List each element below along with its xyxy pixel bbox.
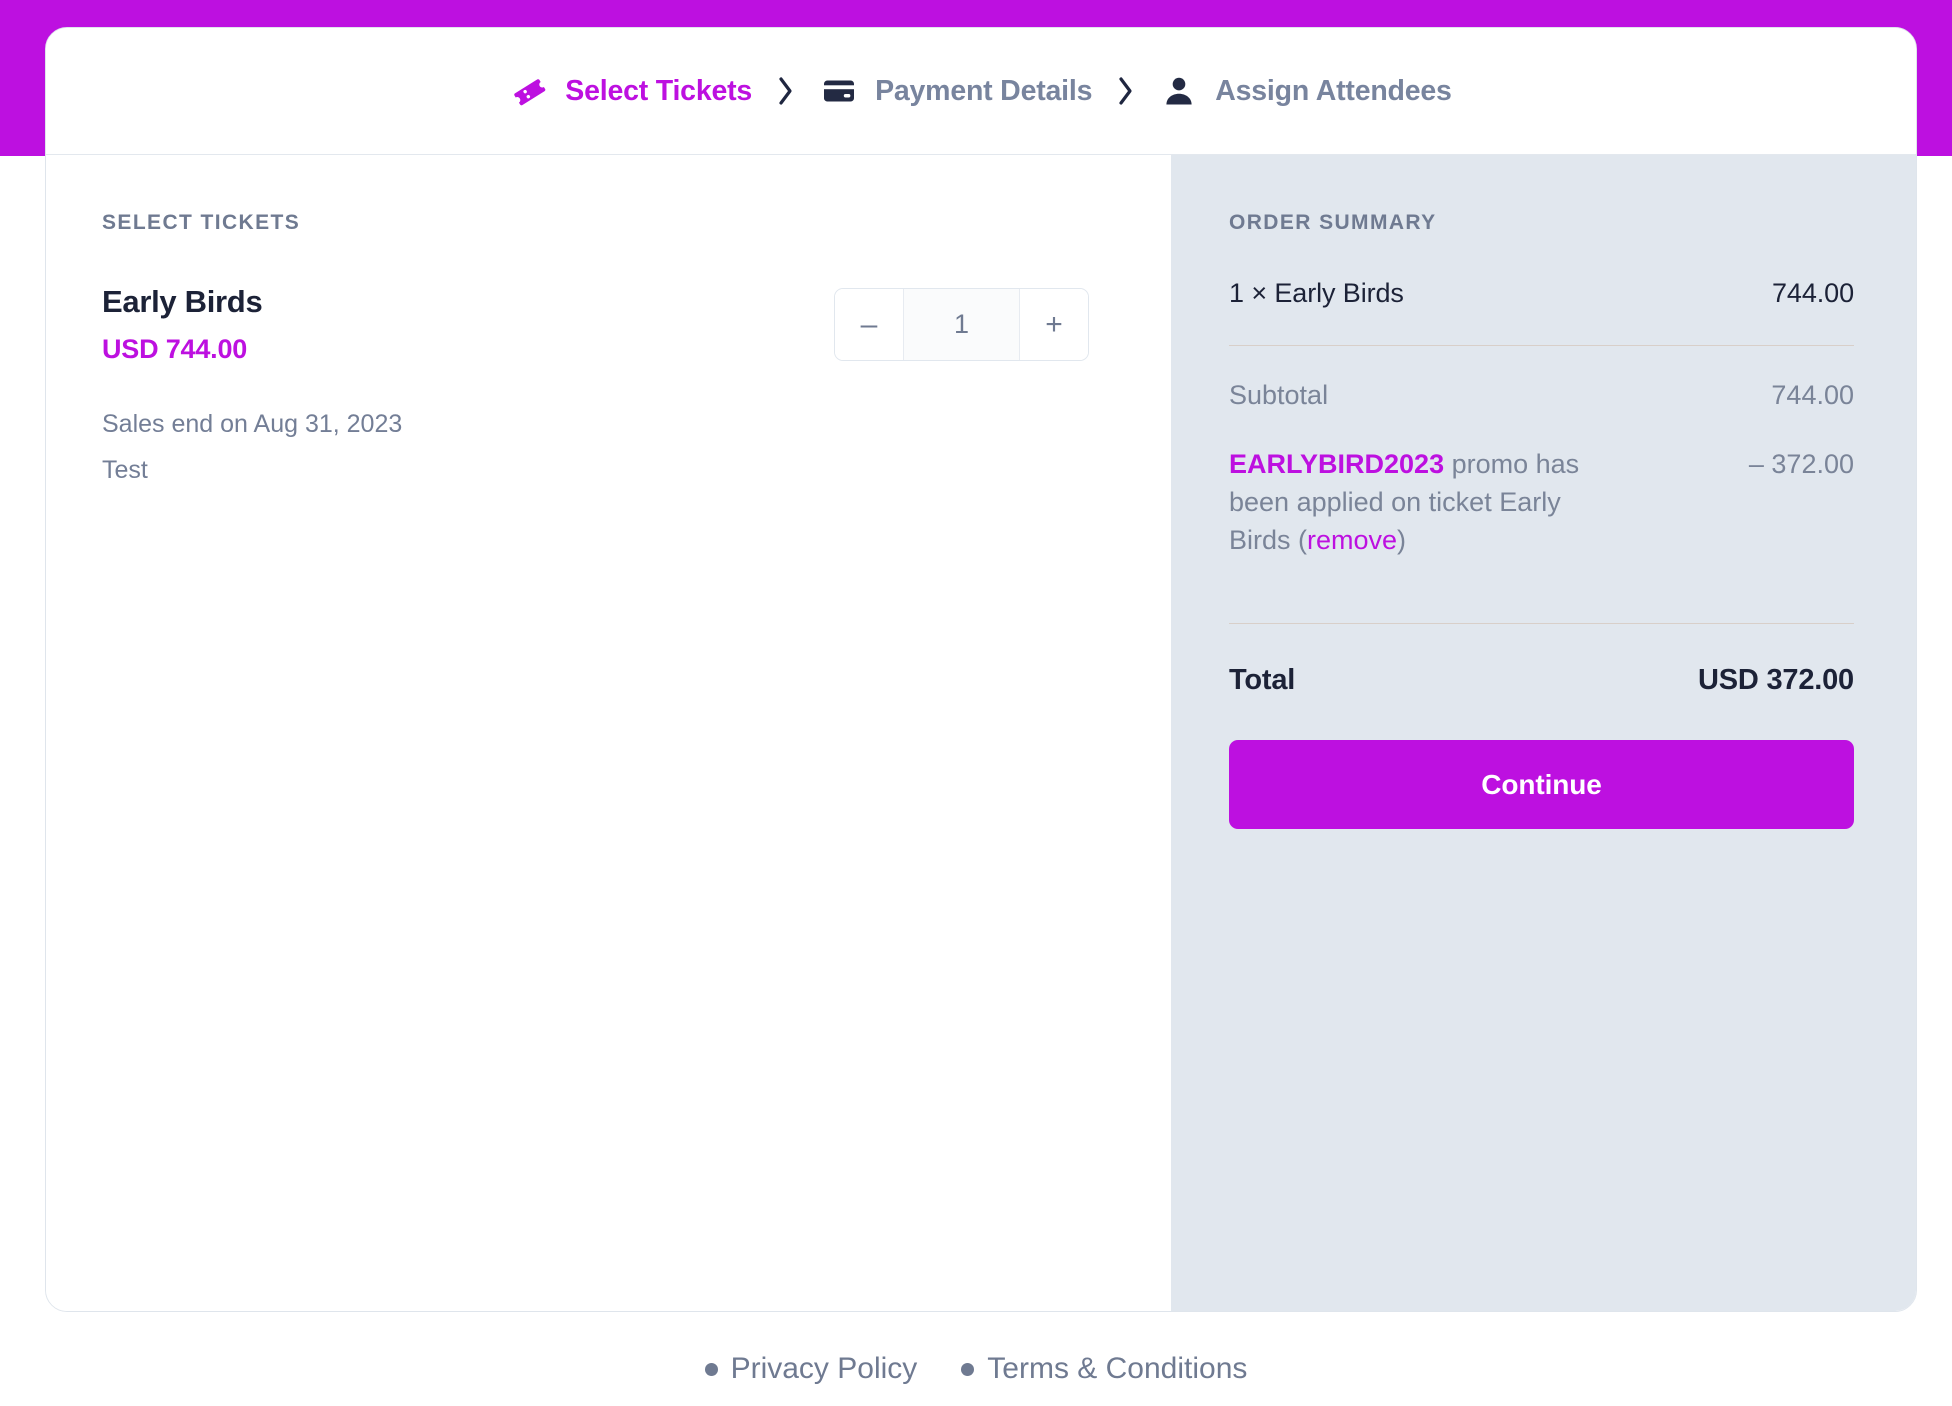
summary-total-amount: USD 372.00 [1698,664,1854,696]
promo-remove-link[interactable]: remove [1307,525,1397,555]
checkout-body: SELECT TICKETS Early Birds USD 744.00 Sa… [46,155,1916,1311]
checkout-steps-header: Select Tickets Payment Details Assign At… [46,28,1916,155]
ticket-description: Test [102,456,148,484]
quantity-stepper: – 1 + [834,288,1089,361]
ticket-icon [510,72,548,110]
footer-link-terms-conditions[interactable]: Terms & Conditions [961,1352,1247,1386]
summary-divider-bottom [1229,623,1854,624]
order-summary-pane: ORDER SUMMARY 1 × Early Birds 744.00 Sub… [1171,155,1916,1311]
promo-code: EARLYBIRD2023 [1229,449,1445,479]
quantity-decrement-button[interactable]: – [835,289,903,360]
bullet-icon [704,1362,718,1376]
select-tickets-heading: SELECT TICKETS [102,211,301,234]
continue-button[interactable]: Continue [1229,740,1854,829]
step-payment-details[interactable]: Payment Details [816,72,1096,110]
ticket-info: Early Birds USD 744.00 Sales end on Aug … [102,282,402,493]
ticket-meta: Sales end on Aug 31, 2023 Test [102,401,402,493]
ticket-sales-end: Sales end on Aug 31, 2023 [102,410,403,438]
person-icon [1160,72,1198,110]
summary-line-item: 1 × Early Birds 744.00 [1229,278,1854,309]
footer-link-privacy-policy[interactable]: Privacy Policy [704,1352,918,1386]
quantity-increment-button[interactable]: + [1020,289,1088,360]
ticket-price: USD 744.00 [102,334,248,364]
credit-card-icon [820,72,858,110]
summary-line-item-amount: 744.00 [1772,278,1854,308]
bullet-icon [961,1362,975,1376]
summary-divider-top [1229,345,1854,346]
quantity-value[interactable]: 1 [903,289,1020,360]
step-separator-1 [756,74,816,108]
summary-subtotal-label: Subtotal [1229,380,1329,410]
step-separator-2 [1096,74,1156,108]
summary-line-item-label: 1 × Early Birds [1229,278,1404,308]
summary-promo-row: EARLYBIRD2023 promo has been applied on … [1229,445,1854,559]
summary-subtotal-row: Subtotal 744.00 [1229,380,1854,411]
footer-link-label: Privacy Policy [730,1352,918,1385]
select-tickets-pane: SELECT TICKETS Early Birds USD 744.00 Sa… [46,155,1171,1311]
step-label-assign-attendees: Assign Attendees [1215,74,1452,107]
checkout-card: Select Tickets Payment Details Assign At… [45,27,1917,1312]
summary-total-label: Total [1229,664,1296,696]
ticket-name: Early Birds [102,284,263,319]
order-summary-heading: ORDER SUMMARY [1229,211,1437,234]
summary-promo-text: EARLYBIRD2023 promo has been applied on … [1229,445,1629,559]
step-label-payment-details: Payment Details [875,74,1093,107]
page-footer: Privacy Policy Terms & Conditions [0,1352,1952,1386]
summary-subtotal-amount: 744.00 [1771,380,1854,410]
footer-link-label: Terms & Conditions [987,1352,1248,1385]
promo-text-after: ) [1397,525,1407,555]
ticket-row: Early Birds USD 744.00 Sales end on Aug … [102,282,1111,493]
step-label-select-tickets: Select Tickets [565,74,753,107]
summary-promo-amount: – 372.00 [1748,449,1854,479]
step-assign-attendees[interactable]: Assign Attendees [1156,72,1455,110]
step-select-tickets[interactable]: Select Tickets [506,72,756,110]
summary-total-row: Total USD 372.00 [1229,664,1854,697]
